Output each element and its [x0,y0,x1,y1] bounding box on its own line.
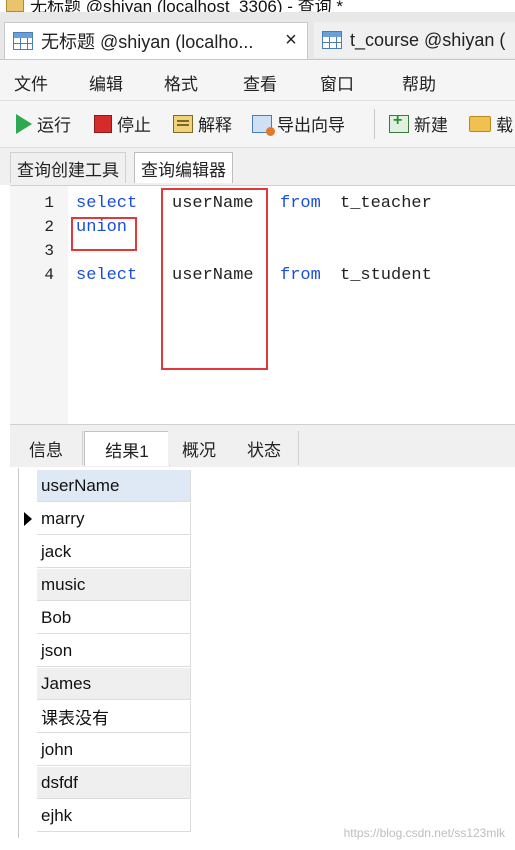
sql-keyword: select [76,266,138,285]
new-label: 新建 [414,116,448,135]
explain-button[interactable]: 解释 [173,111,232,136]
menu-window[interactable]: 窗口 [320,70,354,95]
tab-status[interactable]: 状态 [230,431,299,465]
menu-help[interactable]: 帮助 [402,70,436,95]
window-title: 无标题 @shiyan (localhost_3306) - 查询 * [30,0,343,12]
grid-border [18,468,19,838]
current-row-arrow-icon [24,512,32,526]
line-number: 3 [44,242,54,260]
stop-icon [94,114,112,133]
tab-result1[interactable]: 结果1 [84,431,170,466]
table-row[interactable]: dsfdf [37,767,191,799]
highlight-box-username-column [161,188,268,370]
result-grid[interactable]: userName marry jack music Bob json James… [18,468,515,850]
line-number: 1 [44,194,54,212]
line-number: 2 [44,218,54,236]
menu-view[interactable]: 查看 [243,70,277,95]
menu-bar: 文件 编辑 格式 查看 窗口 帮助 [0,60,515,101]
menu-file[interactable]: 文件 [14,70,48,95]
sql-keyword: select [76,194,138,213]
table-icon [322,31,342,49]
new-button[interactable]: 新建 [389,111,448,136]
toolbar-separator [374,109,375,139]
table-row[interactable]: marry [37,503,191,535]
stop-button[interactable]: 停止 [94,111,151,136]
tab-overview[interactable]: 概况 [168,431,231,465]
doc-tab-t-course[interactable]: t_course @shiyan ( [314,22,515,58]
table-row[interactable]: music [37,569,191,601]
table-row[interactable]: 课表没有 [37,701,191,733]
run-button[interactable]: 运行 [16,111,71,136]
play-icon [16,113,32,134]
explain-icon [173,114,193,133]
close-icon[interactable]: × [281,29,301,52]
new-icon [389,112,409,133]
export-icon [252,114,275,136]
explain-label: 解释 [198,116,232,135]
doc-tab-label: t_course @shiyan ( [350,29,506,50]
doc-tab-label: 无标题 @shiyan (localho... [41,32,254,52]
watermark: https://blog.csdn.net/ss123mlk [343,826,505,840]
query-mode-tabs: 查询创建工具 查询编辑器 [0,148,515,185]
tab-info[interactable]: 信息 [10,431,83,465]
window-title-bar: 无标题 @shiyan (localhost_3306) - 查询 * [0,0,515,12]
table-row[interactable]: Bob [37,602,191,634]
result-tabs: 信息 结果1 概况 状态 [10,424,515,467]
tab-query-builder[interactable]: 查询创建工具 [10,152,126,183]
stop-label: 停止 [117,116,151,135]
table-row[interactable]: john [37,734,191,766]
sql-keyword: from [280,194,321,213]
column-header-username[interactable]: userName [37,470,191,502]
run-label: 运行 [37,116,71,135]
menu-format[interactable]: 格式 [164,70,198,95]
highlight-box-union [71,217,137,251]
table-row[interactable]: jack [37,536,191,568]
export-wizard-button[interactable]: 导出向导 [252,111,345,136]
sql-keyword: from [280,266,321,285]
line-number: 4 [44,266,54,284]
table-row[interactable]: James [37,668,191,700]
folder-icon [469,115,491,132]
sql-table: t_teacher [340,194,432,213]
table-icon [13,32,33,50]
sql-table: t_student [340,266,432,285]
toolbar: 运行 停止 解释 导出向导 新建 载 [0,101,515,148]
load-button[interactable]: 载 [469,111,513,136]
row-indicator [20,503,36,535]
export-label: 导出向导 [277,116,345,135]
load-label: 载 [496,116,513,135]
doc-tab-query[interactable]: 无标题 @shiyan (localho... × [4,22,308,59]
table-row[interactable]: json [37,635,191,667]
tab-query-editor[interactable]: 查询编辑器 [134,152,233,183]
document-tab-bar: 无标题 @shiyan (localho... × t_course @shiy… [0,12,515,60]
database-icon [6,0,24,12]
menu-edit[interactable]: 编辑 [89,70,123,95]
table-row[interactable]: ejhk [37,800,191,832]
